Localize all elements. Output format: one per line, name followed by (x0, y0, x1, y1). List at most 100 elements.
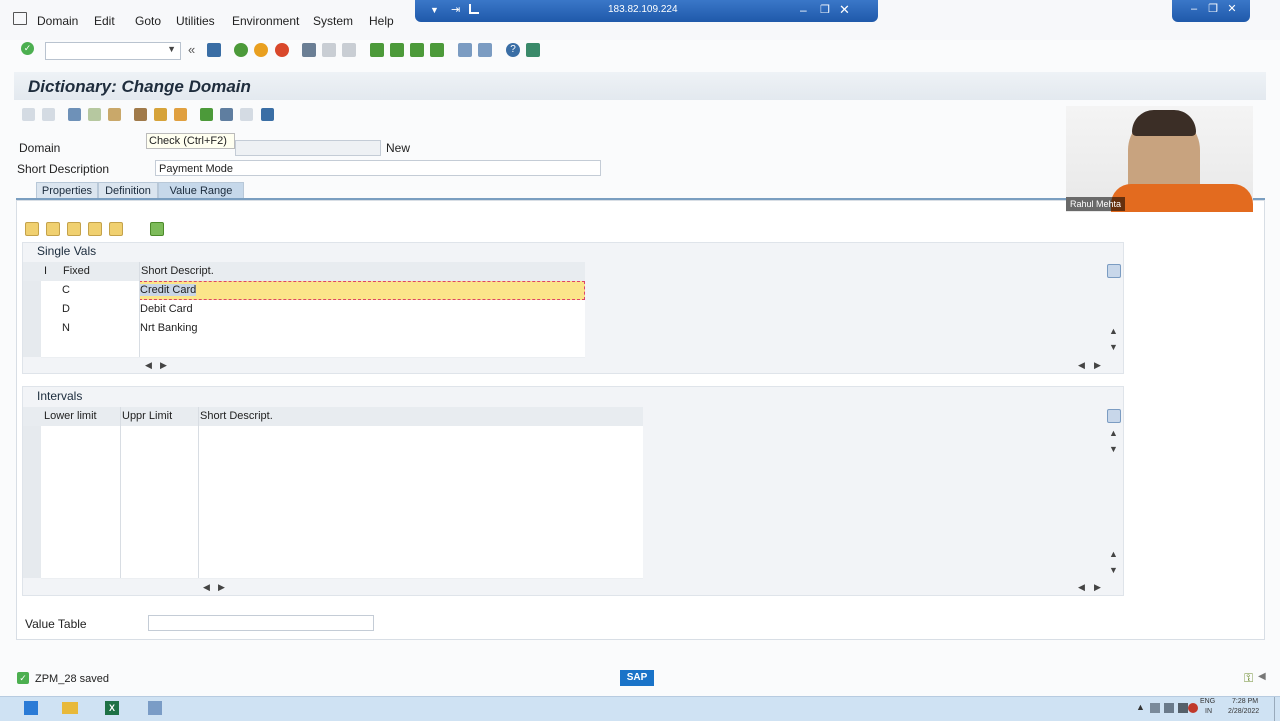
command-field[interactable]: ▼ (45, 42, 181, 60)
list-icon[interactable] (240, 108, 253, 121)
copy-object-icon[interactable] (108, 108, 121, 121)
hierarchy-icon[interactable] (200, 108, 213, 121)
table-settings-icon[interactable] (1107, 409, 1121, 423)
fixed-value[interactable]: D (62, 303, 70, 315)
scroll-right-icon[interactable]: ▶ (1094, 360, 1101, 371)
interval-row[interactable] (41, 521, 643, 541)
tab-value-range[interactable]: Value Range (158, 182, 244, 199)
tab-properties[interactable]: Properties (36, 182, 98, 199)
menu-utilities[interactable]: Utilities (176, 14, 215, 28)
scroll-down-icon[interactable]: ▼ (1109, 342, 1118, 352)
customize-layout-icon[interactable] (526, 43, 540, 57)
show-desktop-button[interactable] (1274, 697, 1280, 721)
activate-icon[interactable] (154, 108, 167, 121)
delete-row-icon[interactable] (109, 222, 123, 236)
single-val-row[interactable]: C Credit Card (41, 281, 585, 301)
forward-arrow-icon[interactable] (42, 108, 55, 121)
command-dropdown-icon[interactable]: ▼ (167, 44, 176, 54)
scroll-right-icon[interactable]: ▶ (1094, 582, 1101, 593)
back-arrow-icon[interactable] (22, 108, 35, 121)
table-settings-icon[interactable] (1107, 264, 1121, 278)
start-icon[interactable] (12, 697, 50, 721)
single-val-row[interactable]: D Debit Card (41, 300, 585, 320)
save-icon[interactable] (207, 43, 221, 57)
tray-arrow-icon[interactable]: ▲ (1136, 702, 1145, 712)
status-expand-icon[interactable]: ◀ (1258, 671, 1266, 682)
window-minimize-icon[interactable]: – (1188, 3, 1200, 15)
language-indicator[interactable]: ENG (1200, 698, 1215, 705)
scroll-left-icon[interactable]: ◀ (1078, 360, 1085, 371)
single-val-row[interactable]: N Nrt Banking (41, 319, 585, 339)
insert-row-icon[interactable] (88, 222, 102, 236)
cancel-icon[interactable] (275, 43, 289, 57)
prev-page-icon[interactable] (390, 43, 404, 57)
clock-time[interactable]: 7:28 PM (1232, 698, 1258, 705)
exit-icon[interactable] (254, 43, 268, 57)
last-page-icon[interactable] (430, 43, 444, 57)
print-icon[interactable] (302, 43, 316, 57)
where-used-icon[interactable] (174, 108, 187, 121)
check-icon[interactable] (134, 108, 147, 121)
scroll-left-icon[interactable]: ◀ (145, 360, 152, 371)
new-session-icon[interactable] (458, 43, 472, 57)
copy-row-icon[interactable] (46, 222, 60, 236)
excel-icon[interactable]: X (93, 697, 131, 721)
sap-logon-icon[interactable] (50, 697, 88, 721)
selected-cell[interactable] (139, 281, 585, 300)
find-icon[interactable] (322, 43, 336, 57)
shortcut-icon[interactable] (478, 43, 492, 57)
row-selector-column[interactable] (23, 426, 41, 578)
window-close-icon[interactable]: ✕ (1226, 3, 1238, 15)
single-val-row[interactable] (41, 338, 585, 358)
short-descript-value[interactable]: Debit Card (140, 303, 193, 315)
interval-row[interactable] (41, 502, 643, 522)
network-icon[interactable] (1178, 703, 1188, 713)
collapse-icon[interactable]: « (188, 42, 195, 57)
menu-goto[interactable]: Goto (135, 14, 161, 28)
scroll-down-icon[interactable]: ▼ (1109, 565, 1118, 575)
cut-row-icon[interactable] (25, 222, 39, 236)
remote-minimize-icon[interactable]: – (800, 3, 807, 17)
interval-row[interactable] (41, 559, 643, 579)
interval-row[interactable] (41, 445, 643, 465)
fixed-value[interactable]: C (62, 284, 70, 296)
interval-row[interactable] (41, 483, 643, 503)
interval-row[interactable] (41, 464, 643, 484)
domain-field[interactable] (235, 140, 381, 156)
find-next-icon[interactable] (342, 43, 356, 57)
tab-definition[interactable]: Definition (98, 182, 158, 199)
remote-restore-icon[interactable]: ❐ (820, 3, 830, 16)
remote-close-icon[interactable]: ✕ (839, 2, 850, 18)
info-icon[interactable] (261, 108, 274, 121)
short-description-field[interactable]: Payment Mode (155, 160, 601, 176)
interval-row[interactable] (41, 540, 643, 560)
help-icon[interactable]: ? (506, 43, 520, 57)
scroll-left-icon[interactable]: ◀ (203, 582, 210, 593)
remote-dropdown-icon[interactable]: ▼ (430, 5, 439, 15)
menu-domain[interactable]: Domain (37, 14, 78, 28)
pin-icon[interactable]: ⇥ (451, 3, 460, 16)
scroll-right-icon[interactable]: ▶ (160, 360, 167, 371)
filter-icon[interactable] (150, 222, 164, 236)
fixed-value[interactable]: N (62, 322, 70, 334)
scroll-up-icon[interactable]: ▲ (1109, 326, 1118, 336)
window-restore-icon[interactable]: ❐ (1207, 3, 1219, 15)
scroll-up-icon[interactable]: ▲ (1109, 549, 1118, 559)
scroll-right-icon[interactable]: ▶ (218, 582, 225, 593)
display-change-icon[interactable] (68, 108, 81, 121)
sap-gui-icon[interactable] (136, 697, 174, 721)
short-descript-value[interactable]: Credit Card (140, 284, 197, 296)
next-page-icon[interactable] (410, 43, 424, 57)
menu-help[interactable]: Help (369, 14, 394, 28)
interval-row[interactable] (41, 426, 643, 446)
row-selector-column[interactable] (23, 281, 41, 357)
help-key-icon[interactable]: ⚿ (1244, 671, 1253, 686)
value-table-field[interactable] (148, 615, 374, 631)
clock-date[interactable]: 2/28/2022 (1228, 708, 1259, 715)
scroll-up-icon[interactable]: ▲ (1109, 428, 1118, 438)
short-descript-value[interactable]: Nrt Banking (140, 322, 197, 334)
enter-icon[interactable]: ✓ (21, 42, 34, 55)
back-icon[interactable] (234, 43, 248, 57)
menu-edit[interactable]: Edit (94, 14, 115, 28)
navigation-icon[interactable] (220, 108, 233, 121)
